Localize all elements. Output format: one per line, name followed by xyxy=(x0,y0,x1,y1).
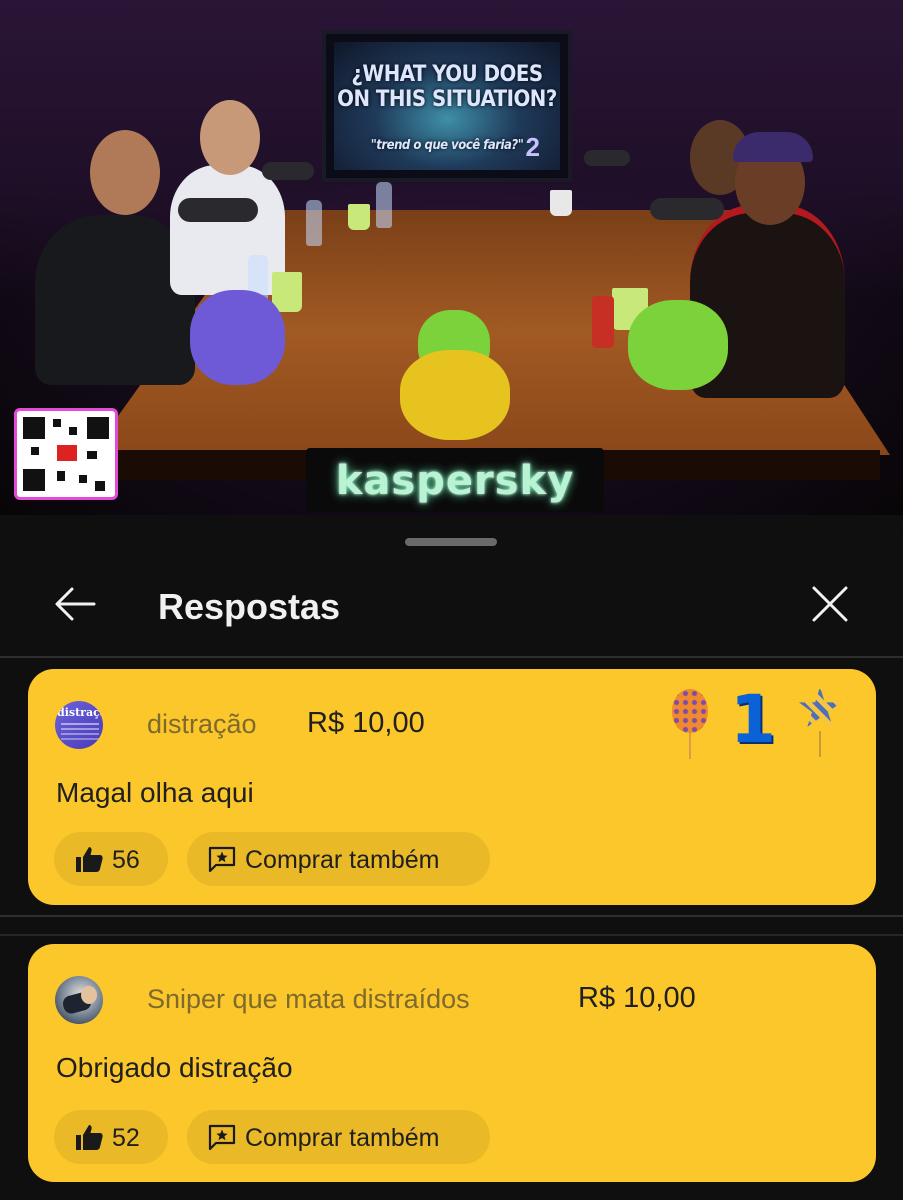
header-divider xyxy=(0,656,903,658)
super-thanks-comment: distração distração R$ 10,00 1 Magal olh… xyxy=(28,669,876,905)
qr-module xyxy=(57,471,65,481)
donation-amount: R$ 10,00 xyxy=(578,982,696,1014)
sponsor-logo-text: kaspersky xyxy=(335,458,575,504)
microphone xyxy=(584,150,630,166)
super-thanks-icon xyxy=(208,1124,236,1151)
qr-module xyxy=(87,451,97,459)
star-icon xyxy=(798,687,842,728)
host-left-head xyxy=(90,130,160,215)
back-button[interactable] xyxy=(50,580,98,628)
avatar[interactable] xyxy=(55,976,103,1024)
qr-logo xyxy=(57,445,77,461)
drag-handle[interactable] xyxy=(405,538,497,546)
close-button[interactable] xyxy=(806,580,854,628)
avatar-text-lines xyxy=(61,723,99,725)
screen-title-line1: ¿WHAT YOU DOES ON THIS SITUATION? xyxy=(334,62,560,112)
thumbs-up-icon xyxy=(76,847,103,872)
like-count: 52 xyxy=(112,1124,140,1152)
water-bottle xyxy=(376,182,392,228)
sheet-title: Respostas xyxy=(158,586,341,627)
screen-number: 2 xyxy=(525,132,540,162)
plush-toy xyxy=(628,300,728,390)
balloon-icon xyxy=(672,689,708,733)
number-one-badge: 1 xyxy=(730,681,776,758)
microphone xyxy=(650,198,724,220)
section-divider xyxy=(0,934,903,936)
donation-amount: R$ 10,00 xyxy=(307,707,425,739)
buy-too-button[interactable]: Comprar também xyxy=(187,1110,490,1164)
mug xyxy=(550,190,572,216)
star-string xyxy=(819,731,821,757)
comment-text: Magal olha aqui xyxy=(56,777,254,808)
screen-content: ¿WHAT YOU DOES ON THIS SITUATION? "trend… xyxy=(334,42,560,170)
avatar-face xyxy=(81,986,97,1004)
buy-too-label: Comprar também xyxy=(245,846,440,874)
replies-sheet: Respostas distração distração R$ 10,00 1… xyxy=(0,518,903,1200)
water-bottle xyxy=(306,200,322,246)
arrow-left-icon xyxy=(55,587,96,621)
screen-title-a: ¿WHAT YOU DOES xyxy=(351,62,543,87)
qr-module xyxy=(79,475,87,483)
comment-text: Obrigado distração xyxy=(56,1052,293,1083)
buy-too-label: Comprar também xyxy=(245,1124,440,1152)
close-icon xyxy=(812,586,848,622)
host-right-cap xyxy=(733,132,813,162)
buy-too-button[interactable]: Comprar também xyxy=(187,832,490,886)
qr-finder xyxy=(23,417,45,439)
soda-can xyxy=(592,296,614,348)
celebration-badge: 1 xyxy=(668,681,858,767)
qr-module xyxy=(31,447,39,455)
sponsor-sign: kaspersky xyxy=(306,448,604,512)
avatar-text: distração xyxy=(57,706,103,719)
mug xyxy=(272,272,302,312)
balloon-string xyxy=(689,733,691,759)
like-count: 56 xyxy=(112,846,140,874)
video-player[interactable]: ¿WHAT YOU DOES ON THIS SITUATION? "trend… xyxy=(0,0,903,515)
qr-code xyxy=(14,408,118,500)
qr-finder xyxy=(87,417,109,439)
like-button[interactable]: 52 xyxy=(54,1110,168,1164)
mug xyxy=(348,204,370,230)
screen-title-b: ON THIS SITUATION? xyxy=(337,87,557,112)
qr-module xyxy=(53,419,61,427)
thumbs-up-icon xyxy=(76,1125,103,1150)
qr-module xyxy=(69,427,77,435)
microphone xyxy=(262,162,314,180)
avatar[interactable]: distração xyxy=(55,701,103,749)
super-thanks-icon xyxy=(208,846,236,873)
studio-screen: ¿WHAT YOU DOES ON THIS SITUATION? "trend… xyxy=(322,30,572,182)
comment-author[interactable]: distração xyxy=(147,709,257,740)
section-divider xyxy=(0,915,903,917)
qr-module xyxy=(95,481,105,491)
super-thanks-comment: Sniper que mata distraídos R$ 10,00 Obri… xyxy=(28,944,876,1182)
like-button[interactable]: 56 xyxy=(54,832,168,886)
comment-author[interactable]: Sniper que mata distraídos xyxy=(147,984,470,1015)
plush-toy-body xyxy=(400,350,510,440)
host-center-left-head xyxy=(200,100,260,175)
qr-finder xyxy=(23,469,45,491)
plush-toy xyxy=(190,290,285,385)
microphone xyxy=(178,198,258,222)
